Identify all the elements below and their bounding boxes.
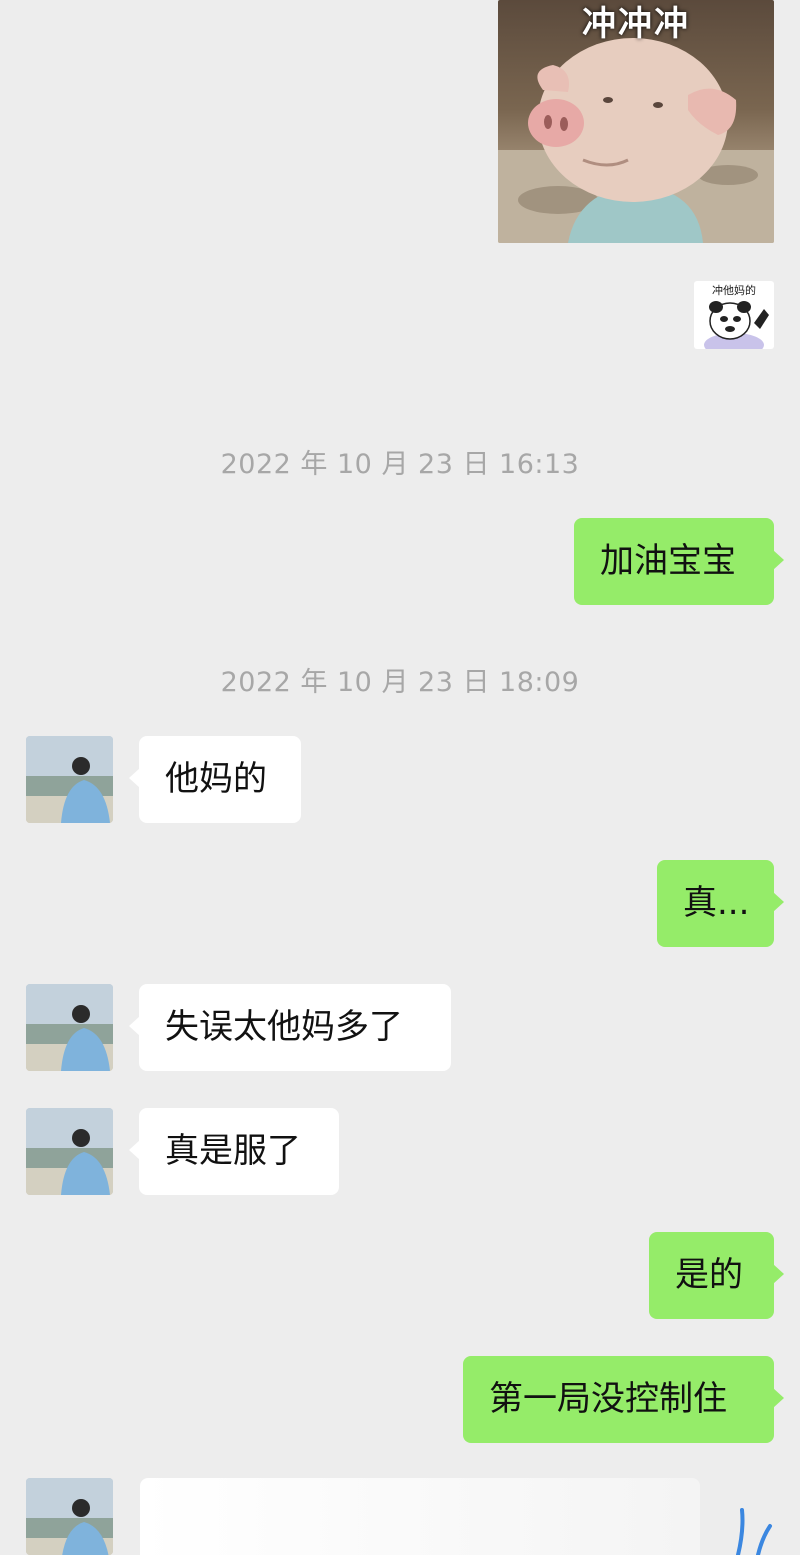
contact-avatar[interactable] (26, 736, 113, 823)
contact-avatar[interactable] (26, 1478, 113, 1555)
avatar-photo (26, 1108, 113, 1195)
sent-message-bubble[interactable]: 加油宝宝 (574, 518, 784, 605)
panda-sticker-caption: 冲他妈的 (712, 284, 756, 297)
contact-avatar[interactable] (26, 1108, 113, 1195)
avatar-photo (26, 984, 113, 1071)
timestamp-divider: 2022 年 10 月 23 日 18:09 (220, 667, 580, 698)
received-message-bubble-partial[interactable] (140, 1478, 700, 1555)
pig-sticker-caption: 冲冲冲 (582, 4, 690, 44)
pig-sticker-image[interactable]: 冲冲冲 (498, 0, 774, 243)
avatar-photo (26, 736, 113, 823)
received-message-bubble[interactable]: 失误太他妈多了 (129, 984, 451, 1071)
timestamp-divider: 2022 年 10 月 23 日 16:13 (220, 449, 580, 480)
received-message-bubble[interactable]: 真是服了 (129, 1108, 339, 1195)
sent-message-bubble[interactable]: 第一局没控制住 (463, 1356, 784, 1443)
sent-message-bubble[interactable]: 是的 (649, 1232, 784, 1319)
sent-message-bubble[interactable]: 真... (657, 860, 784, 947)
avatar-photo (26, 1478, 113, 1555)
panda-meme-sticker[interactable]: 冲他妈的 (694, 281, 774, 349)
chat-message-list[interactable]: 冲冲冲 冲他妈的 2022 年 10 月 23 日 16:13 加油宝宝 202… (0, 0, 800, 1555)
contact-avatar[interactable] (26, 984, 113, 1071)
blue-scribble-mark (736, 1508, 772, 1555)
received-message-bubble[interactable]: 他妈的 (129, 736, 301, 823)
